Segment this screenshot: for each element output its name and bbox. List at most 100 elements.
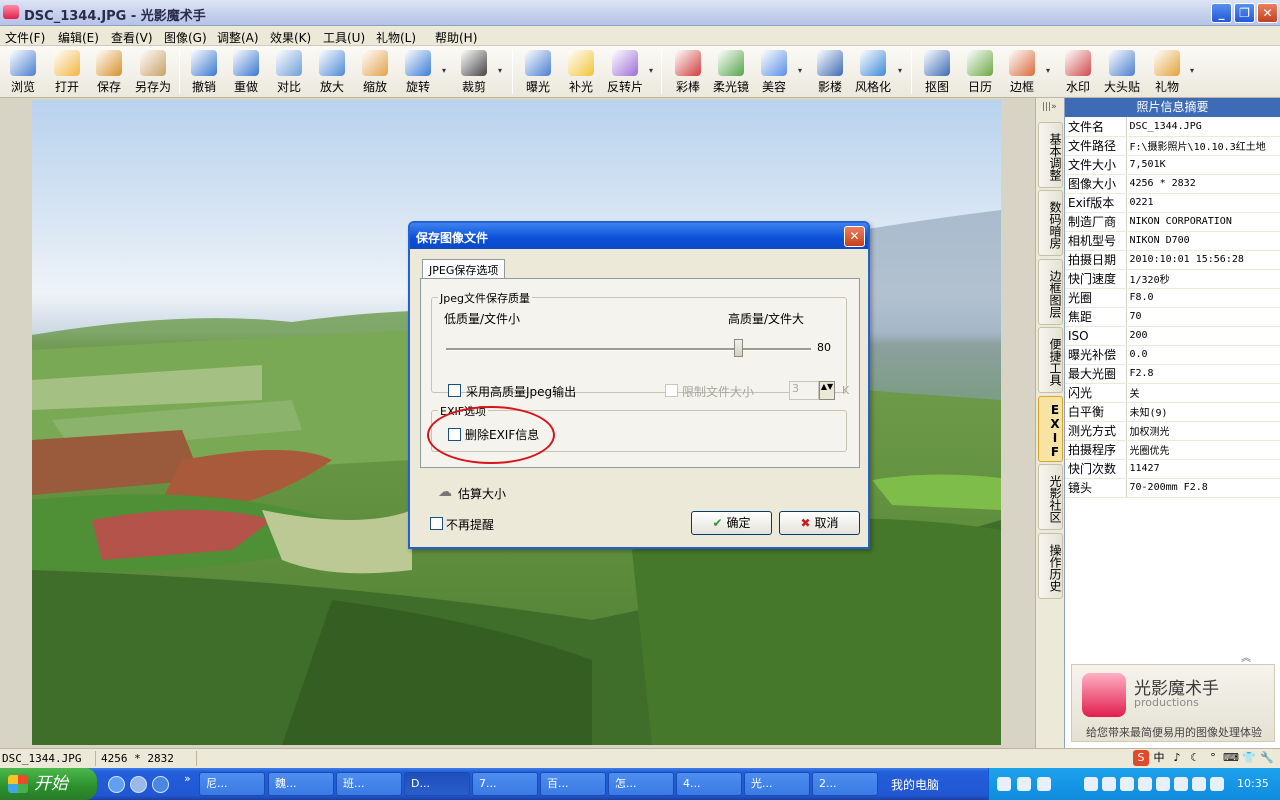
ime-keyboard-icon[interactable]: ⌨ [1223, 750, 1239, 766]
msn-icon[interactable] [1138, 777, 1152, 791]
quicklaunch-more-icon[interactable]: » [184, 772, 191, 785]
zoom-in-button[interactable]: 放大 [313, 48, 351, 96]
ime-settings-icon[interactable]: 🔧 [1259, 750, 1275, 766]
maximize-button[interactable]: ❐ [1234, 3, 1255, 23]
taskbar-item[interactable]: 百... [540, 772, 606, 796]
ime-punct-icon[interactable]: ♪ [1169, 750, 1185, 766]
menu-edit[interactable]: 编辑(E) [58, 29, 99, 46]
network-icon[interactable] [997, 777, 1011, 791]
tab-basic-adjust[interactable]: 基本调整 [1038, 122, 1063, 188]
taskbar-item[interactable]: 2... [812, 772, 878, 796]
qq-icon[interactable] [1192, 777, 1206, 791]
border-dropdown-arrow[interactable]: ▾ [1046, 66, 1050, 75]
cutout-button[interactable]: 抠图 [918, 48, 956, 96]
taskbar-item[interactable]: 4... [676, 772, 742, 796]
beauty-dropdown-arrow[interactable]: ▾ [798, 66, 802, 75]
battery-icon[interactable] [1174, 777, 1188, 791]
taskbar-item-active[interactable]: D... [404, 772, 470, 796]
my-computer-toolbar[interactable]: 我的电脑 [891, 776, 939, 793]
estimate-size-link[interactable]: 估算大小 [458, 485, 506, 502]
show-desktop-icon[interactable] [152, 776, 169, 793]
taskbar-item[interactable]: 尼... [199, 772, 265, 796]
dialog-close-button[interactable]: ✕ [844, 226, 865, 247]
minimize-button[interactable]: _ [1211, 3, 1232, 23]
side-tabs-expand-toggle[interactable]: |||» [1042, 102, 1057, 112]
panel-collapse-toggle[interactable]: ︽ [1241, 649, 1251, 664]
menu-effects[interactable]: 效果(K) [270, 29, 311, 46]
cancel-button[interactable]: ✖ 取消 [779, 511, 860, 535]
quality-slider[interactable] [446, 348, 811, 351]
studio-button[interactable]: 影楼 [811, 48, 849, 96]
tab-exif[interactable]: EXIF [1038, 396, 1063, 462]
browse-button[interactable]: 浏览 [4, 48, 42, 96]
tab-history[interactable]: 操作历史 [1038, 533, 1063, 599]
ime-halfwidth-icon[interactable]: ☾ [1187, 750, 1203, 766]
crop-button[interactable]: 裁剪 [455, 48, 493, 96]
undo-button[interactable]: 撤销 [185, 48, 223, 96]
sticker-button[interactable]: 大头贴 [1101, 48, 1143, 96]
quality-slider-thumb[interactable] [733, 339, 743, 357]
open-button[interactable]: 打开 [48, 48, 86, 96]
wifi-icon[interactable] [1037, 777, 1051, 791]
gift-button[interactable]: 礼物 [1148, 48, 1186, 96]
menu-adjust[interactable]: 调整(A) [217, 29, 259, 46]
rotate-dropdown-arrow[interactable]: ▾ [442, 66, 446, 75]
ime-chinese-icon[interactable]: 中 [1151, 750, 1167, 766]
reversal-film-button[interactable]: 反转片 [604, 48, 646, 96]
rotate-button[interactable]: 旋转 [399, 48, 437, 96]
watermark-button[interactable]: 水印 [1059, 48, 1097, 96]
security-icon[interactable] [1102, 777, 1116, 791]
taskbar-item[interactable]: 魏... [268, 772, 334, 796]
tab-jpeg-options[interactable]: JPEG保存选项 [422, 259, 506, 279]
menu-file[interactable]: 文件(F) [5, 29, 45, 46]
monitor-icon[interactable] [1017, 777, 1031, 791]
close-button[interactable]: ✕ [1257, 3, 1278, 23]
calendar-button[interactable]: 日历 [961, 48, 999, 96]
tab-community[interactable]: 光影社区 [1038, 464, 1063, 530]
border-button[interactable]: 边框 [1003, 48, 1041, 96]
save-as-button[interactable]: 另存为 [132, 48, 174, 96]
taskbar-item[interactable]: 光... [744, 772, 810, 796]
quicklaunch-icon[interactable] [130, 776, 147, 793]
exposure-button[interactable]: 曝光 [519, 48, 557, 96]
bluetooth-icon[interactable] [1084, 777, 1098, 791]
resize-button[interactable]: 缩放 [356, 48, 394, 96]
update-icon[interactable] [1156, 777, 1170, 791]
promo-banner[interactable]: 光影魔术手 productions 给您带来最简便易用的图像处理体验 [1071, 664, 1275, 742]
menu-image[interactable]: 图像(G) [164, 29, 207, 46]
ie-icon[interactable] [108, 776, 125, 793]
hq-jpeg-checkbox[interactable] [448, 384, 461, 397]
tab-border-layer[interactable]: 边框图层 [1038, 259, 1063, 325]
save-button[interactable]: 保存 [90, 48, 128, 96]
menu-view[interactable]: 查看(V) [111, 29, 153, 46]
ime-skin-icon[interactable]: 👕 [1241, 750, 1257, 766]
soft-focus-button[interactable]: 柔光镜 [710, 48, 752, 96]
sogou-icon[interactable]: S [1133, 750, 1149, 766]
ime-degree-icon[interactable]: ° [1205, 750, 1221, 766]
fill-light-button[interactable]: 补光 [562, 48, 600, 96]
menu-tools[interactable]: 工具(U) [323, 29, 365, 46]
compare-button[interactable]: 对比 [270, 48, 308, 96]
reversal-dropdown-arrow[interactable]: ▾ [649, 66, 653, 75]
no-remind-checkbox[interactable] [430, 517, 443, 530]
redo-button[interactable]: 重做 [227, 48, 265, 96]
taskbar-item[interactable]: 怎... [608, 772, 674, 796]
menu-help[interactable]: 帮助(H) [435, 29, 477, 46]
size-limit-input[interactable]: 3 [789, 381, 819, 400]
volume-icon[interactable] [1120, 777, 1134, 791]
ok-button[interactable]: ✔ 确定 [691, 511, 772, 535]
tab-quick-tools[interactable]: 便捷工具 [1038, 327, 1063, 393]
taskbar-item[interactable]: 7... [472, 772, 538, 796]
tab-digital-darkroom[interactable]: 数码暗房 [1038, 190, 1063, 256]
start-button[interactable]: 开始 [0, 768, 97, 800]
menu-gift[interactable]: 礼物(L) [376, 29, 416, 46]
gift-dropdown-arrow[interactable]: ▾ [1190, 66, 1194, 75]
beauty-button[interactable]: 美容 [755, 48, 793, 96]
taskbar-item[interactable]: 班... [336, 772, 402, 796]
crop-dropdown-arrow[interactable]: ▾ [498, 66, 502, 75]
limit-size-checkbox[interactable] [665, 384, 678, 397]
color-wand-button[interactable]: 彩棒 [669, 48, 707, 96]
antivirus-icon[interactable] [1210, 777, 1224, 791]
stylize-button[interactable]: 风格化 [853, 48, 893, 96]
stylize-dropdown-arrow[interactable]: ▾ [898, 66, 902, 75]
